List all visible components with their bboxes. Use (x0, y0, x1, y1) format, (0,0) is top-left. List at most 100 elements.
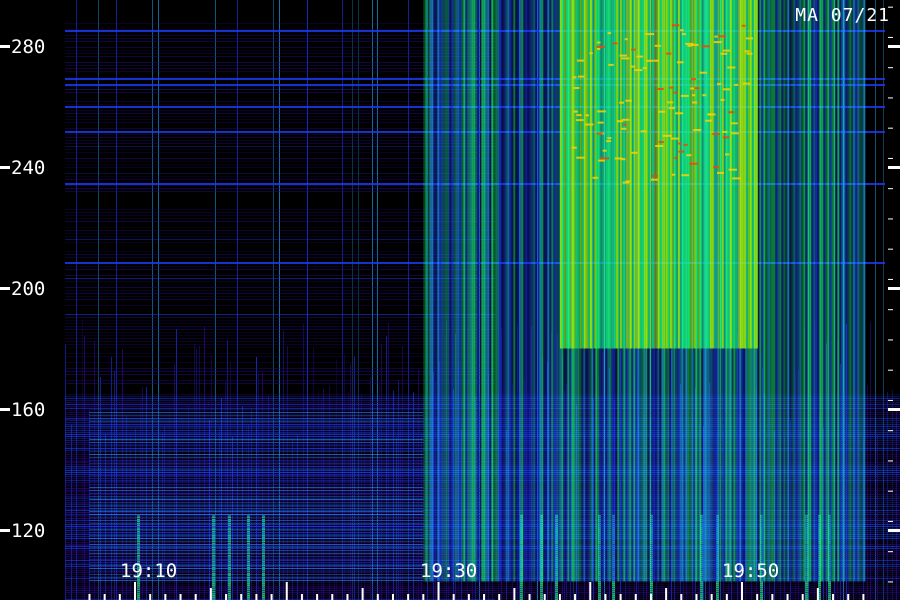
burst-column (645, 0, 648, 349)
hot-spot (712, 133, 720, 135)
burst-column (481, 0, 484, 582)
burst-column (581, 0, 584, 349)
noise-band (89, 556, 424, 557)
burst-column (461, 0, 464, 582)
burst-column (463, 0, 466, 582)
y-minor-tick (888, 218, 893, 220)
burst-column (819, 0, 822, 582)
burst-column (619, 0, 622, 349)
burst-column (715, 0, 718, 349)
burst-column (511, 0, 514, 582)
burst-column (513, 0, 516, 582)
y-tick-right (888, 287, 900, 290)
burst-column (721, 0, 724, 349)
burst-column (709, 0, 712, 349)
burst-column (759, 0, 762, 582)
burst-column (441, 0, 444, 582)
hot-spot (634, 69, 643, 72)
burst-column (505, 0, 508, 582)
hot-spot (673, 91, 678, 94)
time-streak (194, 343, 195, 600)
hot-spot (657, 88, 664, 90)
hot-spot (680, 29, 684, 32)
burst-column (635, 0, 638, 349)
x-major-tick (285, 582, 288, 600)
hot-spot (713, 166, 719, 169)
hot-spot (681, 174, 690, 177)
burst-column (675, 0, 678, 349)
x-minor-tick (270, 594, 273, 600)
noise-band (89, 508, 424, 509)
spectrogram-plot (0, 0, 900, 600)
burst-column (669, 0, 672, 349)
x-minor-tick (422, 594, 425, 600)
x-minor-tick (543, 594, 546, 600)
hot-spot (625, 99, 632, 102)
x-minor-tick (801, 594, 804, 600)
x-minor-tick (604, 594, 607, 600)
hot-spot (699, 71, 708, 74)
burst-column (753, 0, 756, 349)
hot-spot (678, 142, 682, 145)
hot-spot (678, 150, 685, 153)
burst-column (455, 0, 458, 582)
burst-column (651, 0, 654, 349)
hot-spot (686, 154, 692, 157)
burst-column (661, 0, 664, 349)
burst-column (485, 0, 488, 582)
burst-column (701, 0, 704, 349)
hot-spot (744, 50, 750, 53)
hot-spot (694, 87, 700, 90)
x-minor-tick (391, 594, 394, 600)
burst-column (611, 0, 614, 349)
burst-column (601, 0, 604, 349)
y-tick-label-120: 120 (11, 520, 46, 542)
burst-column (831, 0, 834, 582)
burst-column (535, 0, 538, 582)
burst-column (657, 0, 660, 349)
hot-spot (728, 168, 737, 171)
burst-column (719, 0, 722, 349)
burst-column (545, 0, 548, 582)
hot-spot (624, 38, 628, 41)
burst-column (707, 0, 710, 349)
hot-spot (714, 35, 718, 38)
noise-band (89, 541, 424, 542)
y-minor-tick (888, 369, 893, 371)
burst-column (623, 0, 626, 349)
burst-column (737, 0, 740, 349)
burst-column (439, 0, 442, 582)
burst-column (449, 0, 452, 582)
x-minor-tick (361, 588, 364, 600)
burst-column (847, 0, 850, 582)
hot-spot (669, 86, 674, 89)
hot-spot (584, 123, 594, 126)
x-minor-tick (467, 594, 470, 600)
x-minor-tick (847, 594, 850, 600)
burst-column (583, 0, 586, 349)
burst-column (617, 0, 620, 349)
noise-band (89, 439, 424, 440)
burst-column (423, 0, 426, 582)
y-tick-label-200: 200 (11, 278, 46, 300)
x-minor-tick (725, 594, 728, 600)
noise-band (89, 487, 424, 488)
burst-column (559, 0, 562, 349)
burst-column (823, 0, 826, 582)
burst-column (695, 0, 698, 349)
noise-band (89, 436, 424, 437)
burst-column (825, 0, 828, 582)
hot-spot (573, 110, 578, 113)
noise-band (89, 457, 424, 458)
y-minor-tick (888, 97, 893, 99)
hot-spot (722, 88, 731, 91)
hot-spot (689, 162, 698, 165)
burst-column (771, 0, 774, 582)
noise-band (65, 595, 900, 597)
burst-column (613, 0, 616, 349)
hot-spot (652, 175, 658, 177)
hot-spot (734, 83, 739, 86)
burst-column (465, 0, 468, 582)
hot-spot (625, 180, 631, 183)
hot-spot (631, 48, 636, 51)
